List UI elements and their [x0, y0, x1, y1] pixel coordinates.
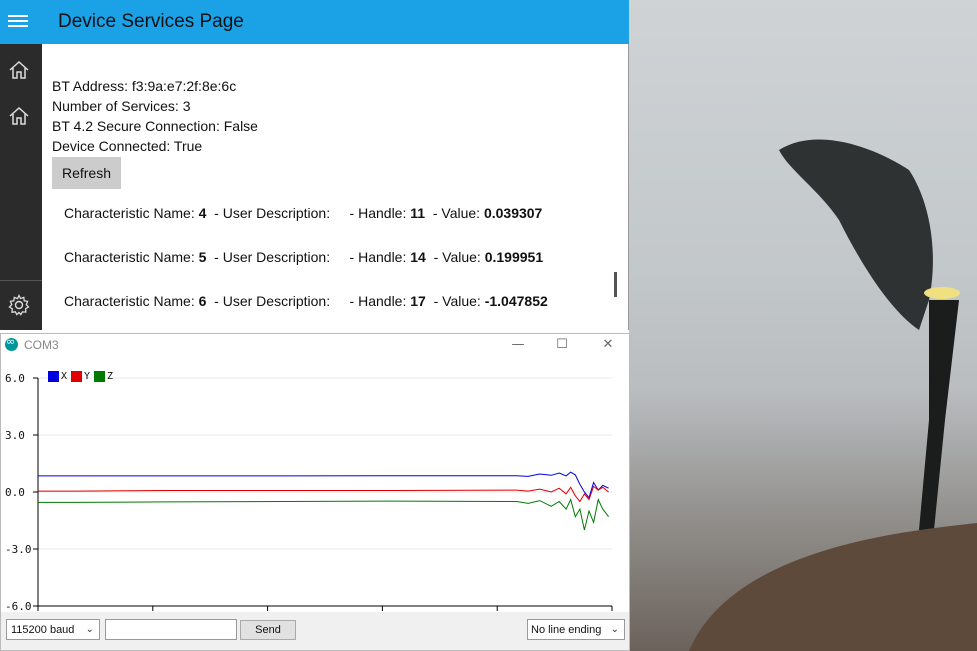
handle-value: 14 [410, 249, 426, 265]
y-tick-label: 6.0 [5, 372, 25, 385]
serial-plot: 6.03.00.0-3.0-6.012881388148815881688178… [5, 371, 625, 612]
arduino-logo-icon [5, 335, 18, 351]
send-button[interactable]: Send [240, 620, 296, 640]
user-description-label: - User Description: [214, 249, 331, 265]
photo-led-glow [924, 287, 960, 299]
handle-value: 11 [410, 205, 426, 221]
legend-swatch-y [71, 371, 82, 382]
value-label: - Value: [433, 249, 481, 265]
chevron-down-icon: ⌄ [610, 624, 619, 635]
characteristic-name-label: Characteristic Name: [64, 205, 195, 221]
nav-divider [0, 280, 42, 281]
photo-cable-shape [919, 300, 959, 530]
characteristic-row[interactable]: Characteristic Name: 5 - User Descriptio… [64, 249, 543, 265]
characteristic-name-label: Characteristic Name: [64, 293, 195, 309]
plot-grid [38, 377, 612, 607]
send-input[interactable] [105, 619, 237, 640]
line-ending-select[interactable]: No line ending ⌄ [527, 619, 625, 640]
characteristic-name-value: 5 [198, 249, 207, 265]
hamburger-icon-bar [8, 25, 28, 27]
y-tick-label: 0.0 [5, 486, 25, 499]
plot-series [38, 471, 609, 531]
baud-rate-select[interactable]: 115200 baud ⌄ [6, 619, 100, 640]
series-line-y [38, 485, 609, 503]
line-ending-value: No line ending [531, 624, 602, 636]
close-button[interactable]: ✕ [593, 335, 623, 355]
refresh-button[interactable]: Refresh [52, 157, 121, 189]
plotter-titlebar: COM3 — ☐ ✕ [1, 334, 629, 356]
photo-device-shape [779, 139, 933, 330]
photo-drawing [689, 139, 977, 651]
legend-label-x: X [61, 371, 67, 382]
hamburger-menu-button[interactable] [0, 0, 42, 44]
nav-rail [0, 44, 42, 330]
scrollbar-thumb[interactable] [614, 272, 617, 297]
app-header: Device Services Page [0, 0, 629, 44]
nav-home-button[interactable] [0, 50, 42, 90]
characteristic-name-value: 6 [198, 293, 207, 309]
chevron-down-icon: ⌄ [85, 624, 94, 635]
legend-swatch-x [48, 371, 59, 382]
characteristic-name-value: 4 [198, 205, 207, 221]
serial-plotter-window: COM3 — ☐ ✕ 6.03.00.0-3.0-6.0128813881488… [0, 333, 630, 651]
minimize-button[interactable]: — [503, 335, 533, 355]
handle-label: - Handle: [349, 205, 407, 221]
nav-home-secondary-button[interactable] [0, 96, 42, 136]
device-info-panel: BT Address: f3:9a:e7:2f:8e:6c Number of … [52, 76, 258, 189]
handle-label: - Handle: [349, 249, 407, 265]
y-tick-label: -3.0 [5, 543, 32, 556]
hamburger-icon [8, 15, 28, 17]
maximize-button[interactable]: ☐ [547, 335, 577, 355]
baud-rate-value: 115200 baud [11, 624, 75, 636]
user-description-label: - User Description: [214, 205, 331, 221]
gear-icon [8, 294, 30, 316]
hamburger-icon-bar [8, 20, 28, 22]
series-line-z [38, 498, 609, 531]
device-services-window: Device Services Page BT Address: f3:9a:e… [0, 0, 629, 330]
handle-value: 17 [410, 293, 426, 309]
plotter-controls: 115200 baud ⌄ Send No line ending ⌄ [1, 612, 629, 650]
characteristic-row[interactable]: Characteristic Name: 4 - User Descriptio… [64, 205, 542, 221]
legend-label-z: Z [107, 371, 113, 382]
series-line-x [38, 471, 609, 499]
plot-legend: X Y Z [48, 371, 113, 382]
bt-address-text: BT Address: f3:9a:e7:2f:8e:6c [52, 78, 237, 94]
value-label: - Value: [433, 293, 481, 309]
device-connected-text: Device Connected: True [52, 138, 203, 154]
plotter-title: COM3 [24, 338, 59, 352]
photo-hand-shape [689, 523, 977, 651]
service-count-text: Number of Services: 3 [52, 98, 191, 114]
characteristic-value: 0.199951 [484, 249, 544, 265]
camera-photo [629, 0, 977, 651]
characteristic-name-label: Characteristic Name: [64, 249, 195, 265]
nav-settings-button[interactable] [0, 284, 42, 324]
characteristic-value: -1.047852 [484, 293, 548, 309]
home-icon [9, 60, 29, 79]
y-tick-label: 3.0 [5, 429, 25, 442]
home-icon [9, 106, 29, 125]
legend-swatch-z [94, 371, 105, 382]
handle-label: - Handle: [349, 293, 407, 309]
value-label: - Value: [432, 205, 481, 221]
characteristic-row[interactable]: Characteristic Name: 6 - User Descriptio… [64, 293, 548, 309]
characteristic-value: 0.039307 [483, 205, 543, 221]
user-description-label: - User Description: [214, 293, 331, 309]
page-title: Device Services Page [58, 11, 244, 32]
legend-label-y: Y [84, 371, 90, 382]
secure-connection-text: BT 4.2 Secure Connection: False [52, 118, 258, 134]
